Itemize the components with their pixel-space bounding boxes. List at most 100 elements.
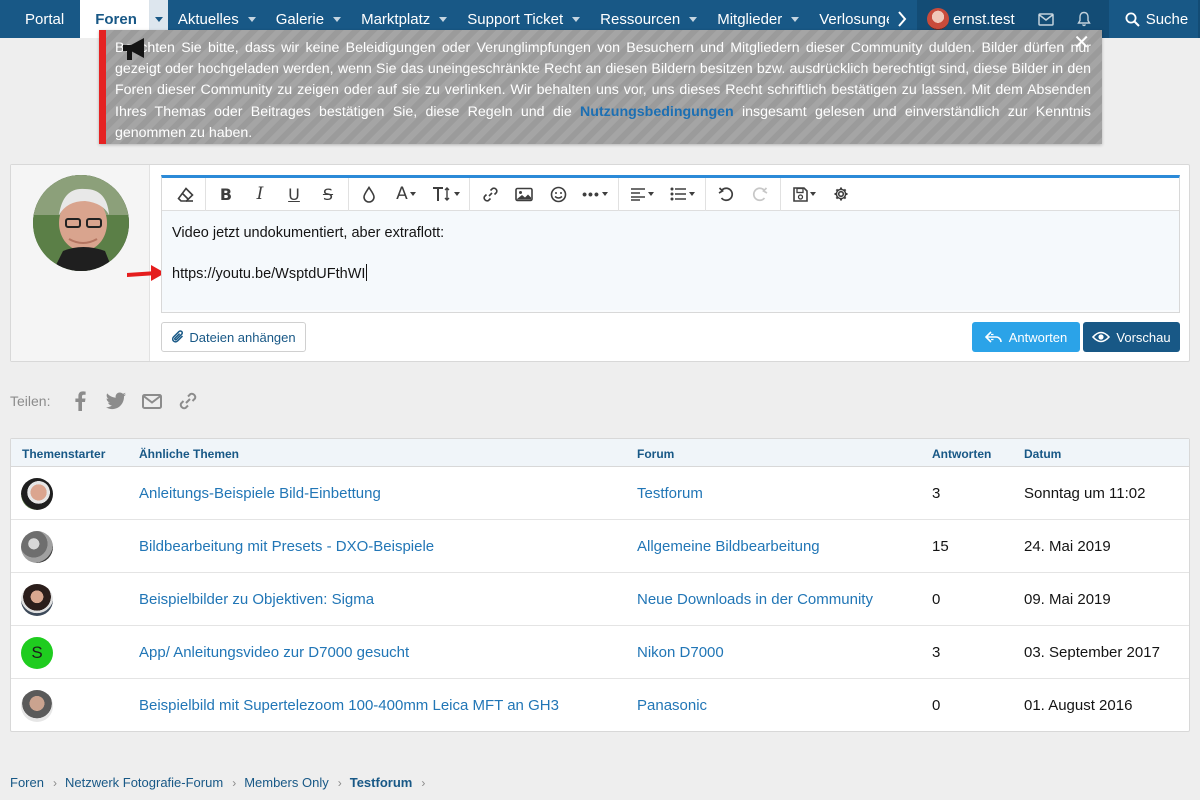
search-button[interactable]: Suche xyxy=(1108,0,1199,38)
font-size-dropdown[interactable] xyxy=(426,178,466,211)
forum-link[interactable]: Neue Downloads in der Community xyxy=(637,591,873,608)
divider xyxy=(618,177,619,211)
chevron-down-icon xyxy=(247,16,256,22)
table-header: Themenstarter Ähnliche Themen Forum Antw… xyxy=(11,439,1189,467)
chevron-right-icon: › xyxy=(337,775,342,790)
more-options-dropdown[interactable]: ••• xyxy=(575,178,615,211)
chevron-down-icon xyxy=(809,192,816,196)
forum-link[interactable]: Allgemeine Bildbearbeitung xyxy=(637,538,820,555)
gear-icon xyxy=(834,187,848,201)
quick-reply: B I U S A ••• Video jetzt undokumentiert… xyxy=(10,164,1190,362)
reply-label: Antworten xyxy=(1008,329,1068,345)
italic-button[interactable]: I xyxy=(243,178,277,211)
align-dropdown[interactable] xyxy=(622,178,662,211)
share-facebook-button[interactable] xyxy=(62,391,98,411)
editor-line: Video jetzt undokumentiert, aber extrafl… xyxy=(172,225,445,241)
thread-title-link[interactable]: Anleitungs-Beispiele Bild-Einbettung xyxy=(139,485,381,502)
editor-toolbar: B I U S A ••• xyxy=(162,177,1179,211)
avatar[interactable]: S xyxy=(21,637,53,669)
insert-smilie-button[interactable] xyxy=(541,178,575,211)
underline-icon: U xyxy=(288,184,300,204)
redo-icon xyxy=(752,186,768,201)
link-icon xyxy=(180,392,197,410)
nav-item-label: Foren xyxy=(95,10,137,28)
reply-count: 0 xyxy=(932,591,941,608)
breadcrumb: Foren › Netzwerk Fotografie-Forum › Memb… xyxy=(10,775,433,790)
strikethrough-button[interactable]: S xyxy=(311,178,345,211)
nav-item-portal[interactable]: Portal xyxy=(0,0,80,38)
terms-link[interactable]: Nutzungsbedingungen xyxy=(580,104,734,120)
breadcrumb-item[interactable]: Members Only xyxy=(244,775,329,790)
table-row: Beispielbild mit Supertelezoom 100-400mm… xyxy=(11,679,1189,732)
editor-line: https://youtu.be/WsptdUFthWI xyxy=(172,266,366,282)
share-twitter-button[interactable] xyxy=(98,392,134,410)
share-email-button[interactable] xyxy=(134,393,170,409)
redo-button[interactable] xyxy=(743,178,777,211)
drafts-dropdown[interactable] xyxy=(784,178,824,211)
toggle-bbcode-button[interactable] xyxy=(824,178,858,211)
chevron-down-icon xyxy=(572,16,581,22)
editor-textarea[interactable]: Video jetzt undokumentiert, aber extrafl… xyxy=(162,211,1179,310)
thread-title-link[interactable]: Beispielbilder zu Objektiven: Sigma xyxy=(139,591,374,608)
nav-item-label: Aktuelles xyxy=(177,10,239,28)
thread-title-link[interactable]: Beispielbild mit Supertelezoom 100-400mm… xyxy=(139,697,559,714)
reply-user-column xyxy=(11,165,150,361)
avatar[interactable] xyxy=(21,690,53,722)
reply-count: 0 xyxy=(932,697,941,714)
chevron-right-icon xyxy=(898,11,907,27)
clear-formatting-button[interactable] xyxy=(168,178,202,211)
eraser-icon xyxy=(176,186,194,202)
underline-button[interactable]: U xyxy=(277,178,311,211)
breadcrumb-item[interactable]: Netzwerk Fotografie-Forum xyxy=(65,775,223,790)
message-editor: B I U S A ••• Video jetzt undokumentiert… xyxy=(161,175,1180,313)
thread-date: 24. Mai 2019 xyxy=(1024,538,1111,555)
column-header-starter: Themenstarter xyxy=(22,447,106,461)
chevron-down-icon xyxy=(454,192,460,196)
chevron-right-icon: › xyxy=(421,775,426,790)
forum-link[interactable]: Testforum xyxy=(637,485,703,502)
column-header-title: Ähnliche Themen xyxy=(139,447,240,461)
column-header-replies: Antworten xyxy=(932,447,992,461)
reply-count: 15 xyxy=(932,538,949,555)
username: ernst.test xyxy=(953,10,1015,28)
reply-count: 3 xyxy=(932,485,941,502)
chevron-down-icon xyxy=(409,192,416,196)
avatar[interactable] xyxy=(21,531,53,563)
attach-files-button[interactable]: Dateien anhängen xyxy=(161,322,306,352)
reply-count: 3 xyxy=(932,644,941,661)
forum-link[interactable]: Nikon D7000 xyxy=(637,644,724,661)
paperclip-icon xyxy=(172,330,184,343)
thread-title-link[interactable]: App/ Anleitungsvideo zur D7000 gesucht xyxy=(139,644,409,661)
chevron-down-icon xyxy=(791,16,800,22)
nav-item-label: Marktplatz xyxy=(361,10,431,28)
envelope-icon xyxy=(142,393,163,409)
chevron-down-icon xyxy=(439,16,448,22)
chevron-down-icon xyxy=(689,16,698,22)
close-icon[interactable]: ✕ xyxy=(1073,32,1090,54)
forum-link[interactable]: Panasonic xyxy=(637,697,707,714)
chevron-down-icon xyxy=(688,192,695,196)
avatar[interactable] xyxy=(21,478,53,510)
list-dropdown[interactable] xyxy=(662,178,702,211)
text-color-button[interactable] xyxy=(352,178,386,211)
share-link-button[interactable] xyxy=(170,391,206,411)
insert-image-button[interactable] xyxy=(507,178,541,211)
bell-icon xyxy=(1076,11,1091,27)
avatar[interactable] xyxy=(21,584,53,616)
thread-title-link[interactable]: Bildbearbeitung mit Presets - DXO-Beispi… xyxy=(139,538,434,555)
bold-button[interactable]: B xyxy=(209,178,243,211)
share-label: Teilen: xyxy=(10,393,51,409)
font-family-dropdown[interactable]: A xyxy=(386,178,426,211)
thread-date: 03. September 2017 xyxy=(1024,644,1160,661)
reply-button[interactable]: Antworten xyxy=(972,322,1080,352)
search-label: Suche xyxy=(1145,10,1189,28)
text-height-icon xyxy=(433,187,450,201)
undo-button[interactable] xyxy=(709,178,743,211)
preview-button[interactable]: Vorschau xyxy=(1083,322,1180,352)
chevron-down-icon xyxy=(648,192,654,196)
thread-date: 01. August 2016 xyxy=(1024,697,1133,714)
breadcrumb-item[interactable]: Foren xyxy=(10,775,44,790)
nav-item-label: Portal xyxy=(25,10,65,28)
insert-link-button[interactable] xyxy=(473,178,507,211)
breadcrumb-item-current[interactable]: Testforum xyxy=(350,775,413,790)
